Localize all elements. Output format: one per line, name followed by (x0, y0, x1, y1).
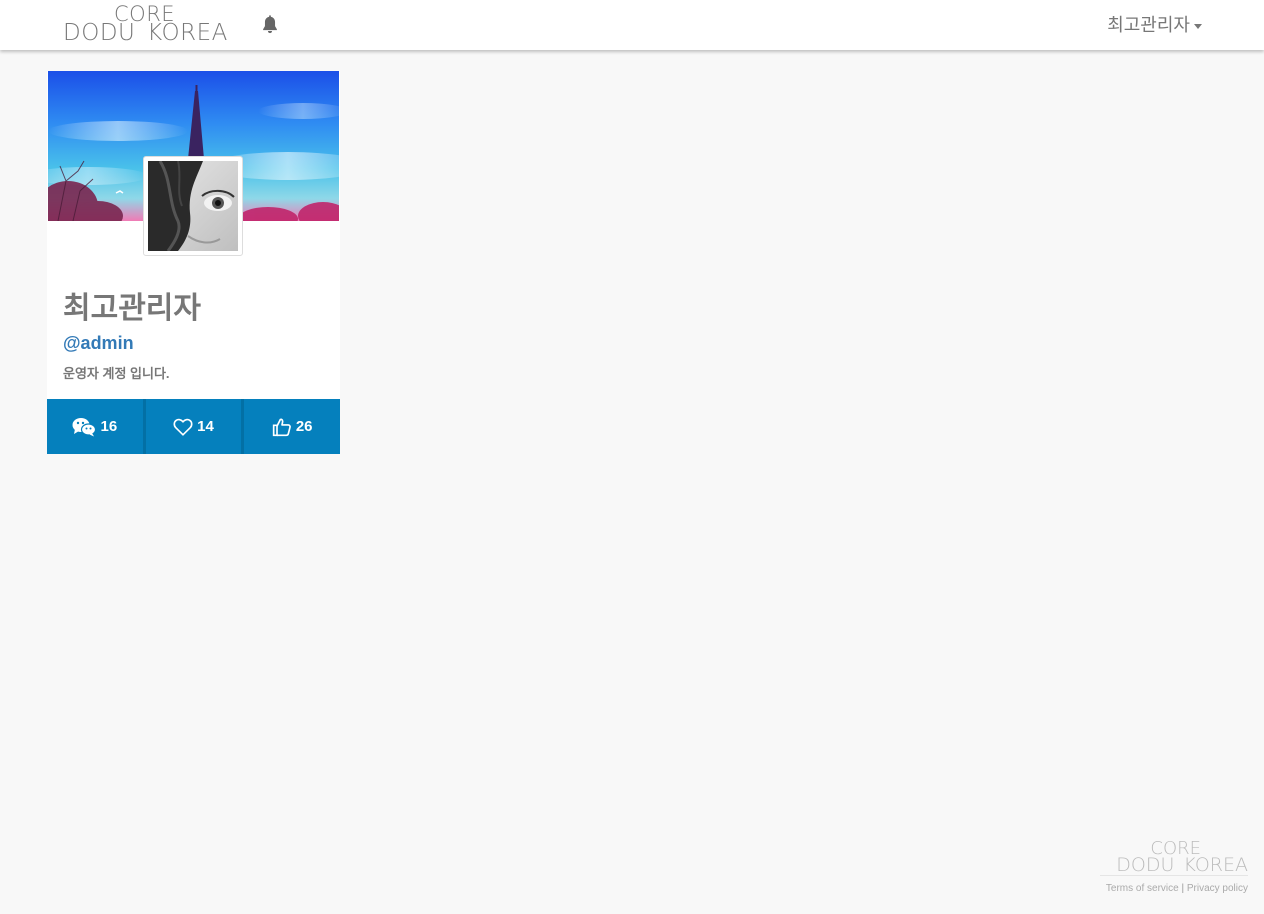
profile-avatar[interactable] (143, 156, 243, 256)
logo-bottom-text: DODU KOREA (63, 20, 228, 46)
heart-icon (173, 418, 193, 436)
stat-likes[interactable]: 14 (145, 399, 245, 454)
user-menu-dropdown[interactable]: 최고관리자 (1107, 14, 1202, 36)
thumbs-up-icon (272, 418, 291, 436)
stat-recommends[interactable]: 26 (244, 399, 341, 454)
top-navbar: CORE DODU KOREA 최고관리자 (0, 0, 1264, 50)
profile-bio: 운영자 계정 입니다. (63, 366, 170, 381)
page-footer: CORE DODU KOREA Terms of service | Priva… (1100, 840, 1248, 896)
footer-logo[interactable]: CORE DODU KOREA (1100, 840, 1248, 876)
footer-logo-bottom-text: DODU KOREA (1116, 854, 1248, 876)
footer-links: Terms of service | Privacy policy (1100, 882, 1248, 896)
user-menu-label: 최고관리자 (1107, 15, 1190, 35)
terms-of-service-link[interactable]: Terms of service (1106, 883, 1179, 894)
stat-comments-count: 16 (100, 418, 118, 435)
caret-down-icon (1194, 23, 1202, 29)
bell-icon[interactable] (259, 14, 281, 36)
profile-card: 최고관리자 @admin 운영자 계정 입니다. 16 14 26 (47, 71, 341, 454)
profile-name: 최고관리자 (63, 292, 201, 325)
profile-stats: 16 14 26 (47, 399, 341, 454)
stat-likes-count: 14 (197, 418, 214, 435)
site-logo[interactable]: CORE DODU KOREA (63, 2, 238, 46)
footer-separator: | (1181, 883, 1185, 894)
profile-username-link[interactable]: @admin (63, 332, 134, 354)
stat-recommends-count: 26 (295, 418, 313, 435)
chat-icon (72, 417, 97, 436)
privacy-policy-link[interactable]: Privacy policy (1187, 883, 1248, 894)
stat-comments[interactable]: 16 (47, 399, 146, 454)
